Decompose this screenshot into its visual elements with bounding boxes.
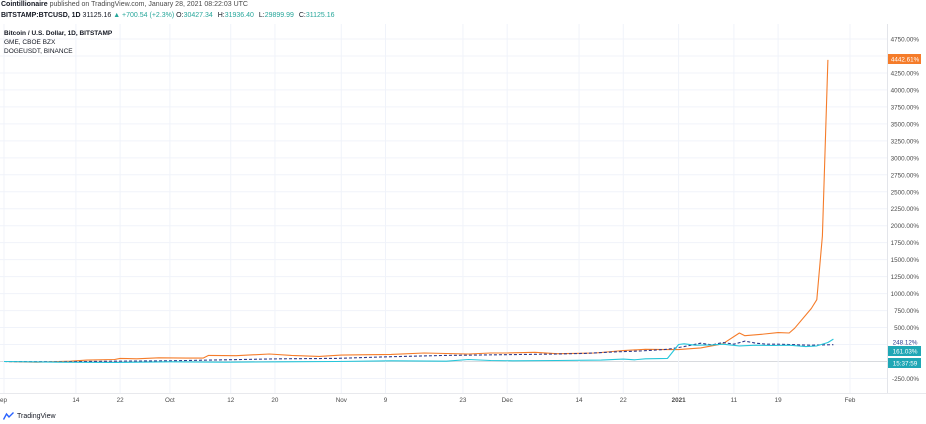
y-tick-label: 4000.00% [891, 87, 920, 94]
x-tick-label: 22 [620, 397, 628, 404]
y-tick-label: 3000.00% [891, 155, 920, 162]
legend-compare-gme[interactable]: GME, CBOE BZX [4, 38, 112, 47]
doge-last-badge: 161.03% [888, 346, 921, 356]
legend-main-series[interactable]: Bitcoin / U.S. Dollar, 1D, BITSTAMP [4, 29, 112, 38]
legend-compare-doge[interactable]: DOGEUSDT, BINANCE [4, 47, 112, 56]
series-layer [3, 59, 834, 364]
y-tick-label: 2500.00% [891, 189, 920, 196]
time-badge-label: 15:37:59 [893, 361, 918, 368]
time-badge: 15:37:59 [888, 358, 921, 368]
y-tick-label: 1500.00% [891, 257, 920, 264]
x-tick-label: 12 [227, 397, 235, 404]
x-axis[interactable]: ep 14 22 Oct 12 20 Nov 9 23 Dec 14 22 2021 11 19 Feb [0, 397, 856, 404]
y-tick-label: 500.00% [894, 325, 919, 332]
y-tick-label: 4250.00% [891, 70, 920, 77]
y-tick-label: 3500.00% [891, 121, 920, 128]
y-tick-label: 1000.00% [891, 291, 920, 298]
gme-last-badge: 4442.61% [888, 54, 921, 64]
btc-last-badge-label: 248.12% [893, 340, 918, 347]
y-tick-label: 3750.00% [891, 104, 920, 111]
x-tick-label: 2021 [672, 397, 687, 404]
x-tick-label: 14 [72, 397, 80, 404]
x-tick-label: 22 [117, 397, 125, 404]
y-tick-label: 3250.00% [891, 138, 920, 145]
btc-last-badge: 248.12% [888, 337, 921, 347]
x-tick-label: 11 [731, 397, 738, 404]
y-tick-label: 2750.00% [891, 172, 920, 179]
x-tick-label: 9 [384, 397, 388, 404]
grid-layer [0, 24, 926, 394]
x-tick-label: 14 [576, 397, 584, 404]
doge-last-badge-label: 161.03% [893, 349, 918, 356]
y-tick-label: 750.00% [894, 308, 919, 315]
series-line-0 [3, 59, 829, 363]
y-tick-label: 2000.00% [891, 223, 920, 230]
y-tick-label: 2250.00% [891, 206, 920, 213]
series-legend: Bitcoin / U.S. Dollar, 1D, BITSTAMP GME,… [4, 29, 112, 56]
y-tick-label: -250.00% [892, 376, 919, 383]
x-tick-label: 19 [775, 397, 783, 404]
y-tick-label: 1250.00% [891, 274, 920, 281]
tradingview-logo[interactable]: TradingView [3, 410, 56, 422]
x-tick-label: Dec [502, 397, 513, 404]
x-tick-label: 23 [459, 397, 467, 404]
comparison-chart[interactable]: 4750.00%4500.00%4250.00%4000.00%3750.00%… [0, 0, 926, 424]
gme-last-badge-label: 4442.61% [891, 57, 920, 64]
x-tick-label: Feb [845, 397, 856, 404]
tradingview-icon [3, 412, 14, 420]
x-tick-label: 20 [271, 397, 279, 404]
x-tick-label: Oct [165, 397, 175, 404]
y-tick-label: 4750.00% [891, 37, 920, 44]
y-tick-label: 1750.00% [891, 240, 920, 247]
tradingview-brand: TradingView [17, 412, 56, 420]
y-axis[interactable]: 4750.00%4500.00%4250.00%4000.00%3750.00%… [891, 37, 920, 383]
x-tick-label: ep [0, 397, 8, 404]
x-tick-label: Nov [336, 397, 348, 404]
